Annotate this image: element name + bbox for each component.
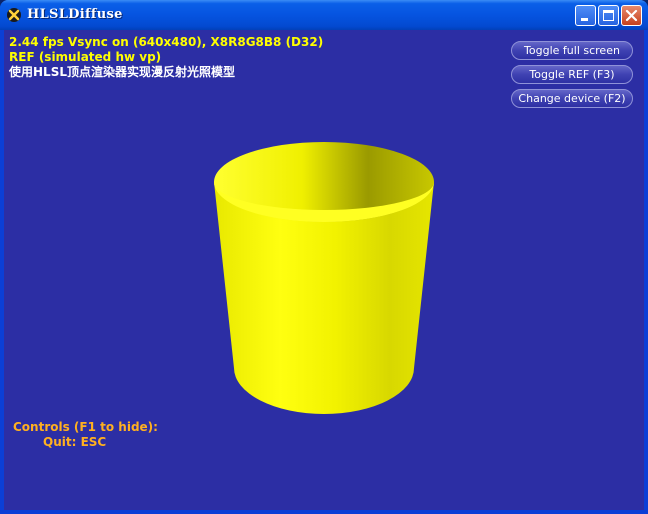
window-frame-bottom xyxy=(0,510,648,514)
toggle-full-screen-button[interactable]: Toggle full screen xyxy=(511,41,633,60)
controls-quit: Quit: ESC xyxy=(43,435,107,449)
close-icon xyxy=(625,9,638,22)
controls-help: Controls (F1 to hide): Quit: ESC xyxy=(13,420,158,450)
app-icon[interactable] xyxy=(6,7,22,23)
minimize-icon xyxy=(581,18,588,21)
app-window: HLSLDiffuse 2.44 fps Vsync on (640x480),… xyxy=(0,0,648,514)
stats-device: REF (simulated hw vp) xyxy=(9,50,162,64)
maximize-icon xyxy=(603,10,614,21)
stats-description: 使用HLSL顶点渲染器实现漫反射光照模型 xyxy=(9,65,235,79)
render-viewport[interactable]: 2.44 fps Vsync on (640x480), X8R8G8B8 (D… xyxy=(4,30,644,510)
maximize-button[interactable] xyxy=(598,5,619,26)
title-bar[interactable]: HLSLDiffuse xyxy=(0,0,648,30)
close-button[interactable] xyxy=(621,5,642,26)
stats-fps: 2.44 fps Vsync on (640x480), X8R8G8B8 (D… xyxy=(9,35,324,49)
change-device-button[interactable]: Change device (F2) xyxy=(511,89,633,108)
stats-overlay: 2.44 fps Vsync on (640x480), X8R8G8B8 (D… xyxy=(9,35,323,80)
toggle-ref-button[interactable]: Toggle REF (F3) xyxy=(511,65,633,84)
minimize-button[interactable] xyxy=(575,5,596,26)
controls-heading: Controls (F1 to hide): xyxy=(13,420,158,434)
window-title: HLSLDiffuse xyxy=(27,7,123,22)
